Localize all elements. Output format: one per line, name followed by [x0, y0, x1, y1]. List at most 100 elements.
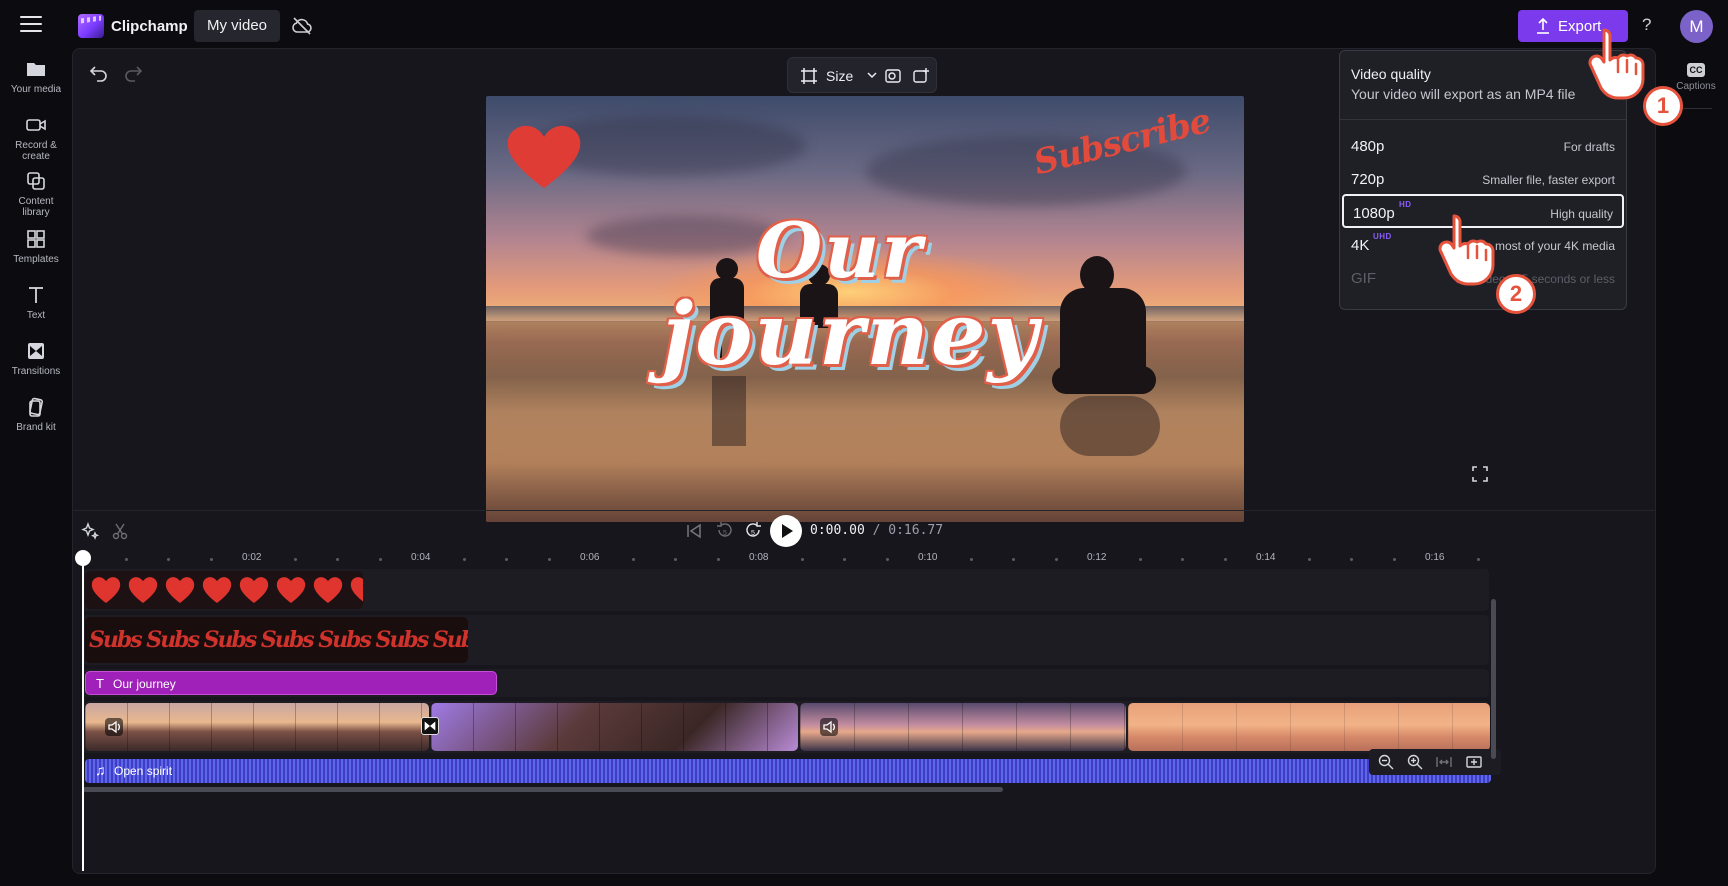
ruler-time-label: 0:06 [580, 552, 600, 563]
rewind-5-seconds-icon[interactable]: 5 [715, 521, 735, 541]
text-icon: T [96, 676, 104, 691]
adult-reflection [1060, 396, 1160, 456]
option-description: High quality [1550, 207, 1613, 221]
step-1-badge: 1 [1643, 86, 1683, 126]
ruler-tick [632, 558, 635, 561]
music-note-icon: ♫ [95, 762, 106, 778]
ruler-tick [716, 558, 720, 561]
ruler-time-label: 0:02 [242, 552, 262, 563]
current-time: 0:00.00 [810, 523, 865, 538]
vertical-scrollbar[interactable] [1491, 599, 1496, 759]
pointer-hand-icon [1588, 28, 1645, 100]
forward-5-seconds-icon[interactable]: 5 [743, 521, 763, 541]
chevron-down-icon[interactable] [866, 68, 878, 82]
sidebar-item-label: Record & create [15, 140, 57, 162]
sidebar-item-templates[interactable]: Templates [0, 228, 72, 265]
ruler-tick [294, 558, 297, 561]
horizontal-scrollbar[interactable] [83, 787, 1003, 792]
clipchamp-logo-icon [78, 14, 104, 38]
option-resolution: 480p [1351, 138, 1385, 155]
zoom-in-icon[interactable] [1406, 753, 1424, 771]
svg-text:5: 5 [751, 530, 755, 537]
folder-icon [27, 63, 45, 76]
templates-icon [27, 230, 45, 248]
sidebar-item-label: Text [26, 310, 46, 321]
resize-icon[interactable] [800, 67, 818, 85]
sidebar-item-label: Content library [18, 196, 54, 218]
ruler-tick [125, 558, 128, 561]
text-clip[interactable]: T Our journey [85, 671, 497, 695]
title-text-line-1[interactable]: Our [756, 206, 924, 295]
ruler-tick [843, 558, 847, 561]
sidebar-item-transitions[interactable]: Transitions [0, 340, 72, 377]
zoom-out-icon[interactable] [1377, 753, 1395, 771]
video-clip-sunset-sky[interactable] [800, 703, 1126, 751]
play-button[interactable] [770, 515, 802, 547]
ruler-tick [505, 558, 509, 561]
video-clip-orange-sky[interactable] [1128, 703, 1490, 751]
skip-to-start-icon[interactable] [685, 522, 703, 540]
audio-clip-label: Open spirit [114, 764, 173, 778]
ruler-tick [674, 558, 678, 561]
subscribe-sticker-clip[interactable]: Subs Subs Subs Subs Subs Subs Subs Subs … [85, 617, 468, 663]
expand-timeline-icon[interactable] [1465, 753, 1483, 771]
undo-icon[interactable] [89, 63, 109, 83]
sidebar-item-content-library[interactable]: Content library [0, 170, 72, 218]
scissors-icon[interactable] [111, 522, 129, 540]
quality-option-720p[interactable]: 720p Smaller file, faster export [1342, 162, 1624, 196]
adult-legs [1052, 366, 1156, 394]
remove-background-icon[interactable] [884, 67, 902, 85]
hearts-sticker-clip[interactable] [85, 571, 363, 609]
redo-icon[interactable] [123, 63, 143, 83]
heart-thumbnail-icon [276, 577, 306, 603]
sidebar-item-your-media[interactable]: Your media [0, 58, 72, 95]
timeline-divider [73, 510, 1655, 511]
option-resolution: 4K [1351, 237, 1370, 254]
sidebar-item-record-create[interactable]: Record & create [0, 114, 72, 162]
top-bar: Clipchamp My video Export ? M [0, 0, 1728, 52]
ruler-tick [801, 558, 804, 561]
option-resolution: GIF [1351, 270, 1376, 287]
menu-icon[interactable] [20, 16, 42, 34]
sidebar-item-text[interactable]: Text [0, 284, 72, 321]
ruler-tick [209, 558, 213, 561]
option-description: Smaller file, faster export [1482, 173, 1615, 187]
text-clip-label: Our journey [113, 677, 176, 691]
ruler-tick [336, 558, 340, 561]
app-name: Clipchamp [111, 18, 188, 35]
ruler-tick [167, 558, 171, 561]
magic-sparkle-icon[interactable] [81, 522, 99, 540]
audio-clip[interactable]: ♫ Open spirit [85, 759, 1491, 783]
option-description: For drafts [1563, 140, 1615, 154]
avatar[interactable]: M [1680, 10, 1713, 43]
video-clip-friends[interactable] [431, 703, 798, 751]
volume-icon[interactable] [105, 718, 123, 736]
project-name-field[interactable]: My video [194, 10, 281, 42]
timeline-zoom-controls [1369, 749, 1501, 775]
menu-title: Video quality [1351, 66, 1431, 82]
transition-icon[interactable] [421, 717, 439, 735]
ruler-tick [547, 558, 551, 561]
timeline-ruler[interactable]: 0:02 0:04 0:06 0:08 0:10 0:12 0:14 0:16 [73, 549, 1655, 569]
ruler-time-label: 0:16 [1425, 552, 1445, 563]
add-image-icon[interactable] [912, 67, 930, 85]
quality-option-480p[interactable]: 480p For drafts [1342, 129, 1624, 163]
size-label[interactable]: Size [826, 68, 853, 84]
captions-label: Captions [1676, 81, 1716, 92]
heart-thumbnail-icon [128, 577, 158, 603]
volume-icon[interactable] [820, 718, 838, 736]
cloud-sync-off-icon[interactable] [290, 14, 314, 38]
video-clip-beach[interactable] [85, 703, 429, 751]
fullscreen-icon[interactable] [1471, 465, 1489, 483]
sidebar-item-label: Templates [13, 254, 59, 265]
heart-sticker[interactable] [504, 122, 584, 192]
video-preview[interactable]: Subscribe Our journey [486, 96, 1244, 522]
fit-to-width-icon[interactable] [1435, 753, 1453, 771]
heart-thumbnail-icon [313, 577, 343, 603]
sidebar-item-brand-kit[interactable]: Brand kit [0, 396, 72, 433]
title-text-line-2[interactable]: journey [662, 284, 1040, 385]
child-head [716, 258, 738, 280]
captions-button[interactable]: CC Captions [1672, 60, 1720, 92]
sidebar-item-label: Transitions [11, 366, 61, 377]
ruler-time-label: 0:12 [1087, 552, 1107, 563]
